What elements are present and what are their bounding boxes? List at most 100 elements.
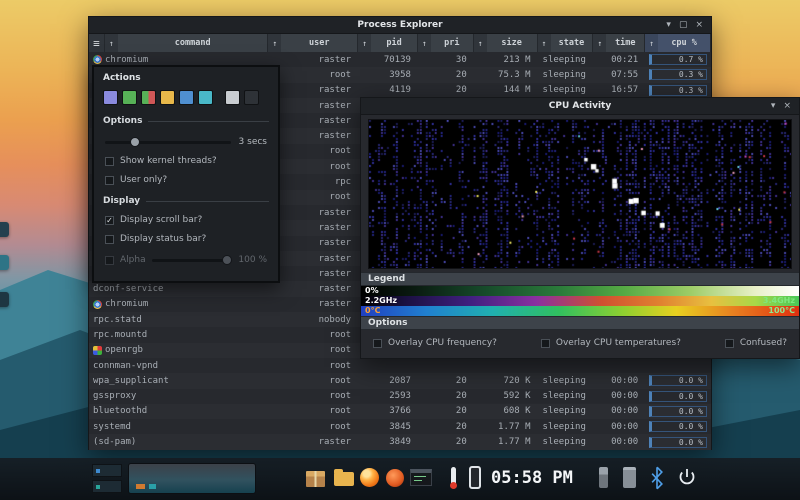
column-label: cpu % — [671, 38, 697, 48]
time-cell: 00:00 — [611, 437, 639, 448]
command-text: systemd — [93, 421, 131, 432]
pid-cell: 2087 — [389, 375, 411, 386]
sort-ascending-icon: ↑ — [645, 34, 659, 52]
pid-cell: 2593 — [389, 391, 411, 402]
package-icon[interactable] — [306, 471, 325, 487]
options-section-header: Options — [103, 116, 269, 126]
column-header-time[interactable]: ↑ time — [593, 34, 646, 52]
time-cell: 00:00 — [611, 406, 639, 417]
memory-icon[interactable] — [198, 90, 213, 105]
alpha-slider-knob[interactable] — [222, 254, 233, 265]
command-cell: systemd — [89, 419, 268, 434]
column-header-command[interactable]: ↑ command — [104, 34, 269, 52]
cpu-cell: 0.0 % — [645, 389, 711, 404]
cpu-cell: 0.7 % — [645, 52, 711, 67]
column-header-state[interactable]: ↑ state — [537, 34, 594, 52]
overlay-option-checkbox[interactable]: Confused? — [724, 338, 787, 348]
cpu-activity-heatmap — [369, 120, 791, 268]
cpu-heatmap-frame — [368, 119, 792, 269]
run-icon[interactable] — [122, 90, 137, 105]
desktop-icon[interactable] — [0, 222, 9, 237]
overlay-option-checkbox[interactable]: Overlay CPU frequency? — [373, 338, 497, 348]
command-text: dconf-service — [93, 284, 164, 295]
cpu-icon[interactable] — [179, 90, 194, 105]
window-thumbnail[interactable] — [92, 464, 122, 477]
terminal-icon[interactable] — [410, 469, 432, 486]
processes-icon[interactable] — [103, 90, 118, 105]
clock[interactable]: 05:58 PM — [491, 468, 573, 488]
poll-interval-slider[interactable]: 3 secs — [105, 136, 267, 147]
window-thumbnail[interactable] — [92, 480, 122, 493]
command-text: openrgb — [105, 345, 143, 356]
user-only-checkbox[interactable]: User only? — [105, 175, 267, 185]
phone-icon[interactable] — [469, 466, 481, 489]
shade-icon[interactable]: ▾ — [771, 98, 776, 114]
menu-icon[interactable]: ≡ — [89, 34, 105, 52]
column-header-cpu[interactable]: ↑ cpu % — [645, 34, 711, 52]
alpha-slider-track[interactable] — [151, 254, 233, 265]
desktop-icon[interactable] — [0, 255, 9, 270]
state-cell: sleeping — [542, 85, 586, 96]
maximize-icon[interactable]: ▢ — [679, 17, 688, 33]
window-thumbnails[interactable] — [92, 464, 122, 496]
slider-knob[interactable] — [130, 136, 141, 147]
removable-drive-icon[interactable] — [623, 467, 636, 488]
time-cell: 00:00 — [611, 375, 639, 386]
user-cell: raster — [318, 284, 352, 295]
shade-icon[interactable]: ▾ — [666, 17, 671, 33]
sort-ascending-icon: ↑ — [417, 34, 431, 52]
size-cell: 592 K — [503, 391, 531, 402]
column-header-pri[interactable]: ↑ pri — [417, 34, 474, 52]
cpu-titlebar[interactable]: CPU Activity ▾ × — [361, 98, 799, 115]
size-cell: 1.77 M — [498, 437, 531, 448]
column-header-size[interactable]: ↑ size — [473, 34, 538, 52]
command-cell: bluetoothd — [89, 404, 268, 419]
process-row[interactable]: (sd-pam) raster 3849 20 1.77 M sleeping 00:00 0… — [89, 434, 711, 450]
cpu-options-row: Overlay CPU frequency? Overlay CPU temper… — [361, 330, 799, 348]
user-cell: nobody — [318, 314, 352, 325]
pe-titlebar[interactable]: Process Explorer ▾ ▢ × — [89, 17, 711, 34]
power-icon[interactable] — [678, 467, 696, 489]
alpha-slider-row[interactable]: Alpha 100 % — [105, 254, 267, 265]
overlay-option-checkbox[interactable]: Overlay CPU temperatures? — [540, 338, 681, 348]
process-row[interactable]: bluetoothd root 3766 20 608 K sleeping 00:00 0.… — [89, 403, 711, 420]
process-row[interactable]: systemd root 3845 20 1.77 M sleeping 00:00 0.0 … — [89, 419, 711, 435]
process-row[interactable]: gssproxy root 2593 20 592 K sleeping 00:00 0.0 … — [89, 388, 711, 404]
flame-app-icon[interactable] — [386, 469, 404, 487]
usb-stick-icon[interactable] — [599, 467, 608, 488]
desktop-icon[interactable] — [0, 292, 9, 307]
column-header-user[interactable]: ↑ user — [268, 34, 359, 52]
firefox-icon[interactable] — [360, 468, 379, 487]
process-row[interactable]: wpa_supplicant root 2087 20 720 K sleeping 00:… — [89, 373, 711, 389]
slider-track[interactable] — [105, 136, 231, 147]
sort-ascending-icon: ↑ — [473, 34, 487, 52]
terminal-icon[interactable] — [244, 90, 259, 105]
pri-cell: 20 — [455, 391, 467, 402]
cpu-gauge: 0.7 % — [649, 54, 707, 66]
show-kernel-threads-checkbox[interactable]: Show kernel threads? — [105, 156, 267, 166]
command-text: gssproxy — [93, 391, 137, 402]
close-icon[interactable]: × — [783, 98, 791, 114]
cpu-window-controls: ▾ × — [771, 98, 799, 114]
pri-cell: 20 — [455, 375, 467, 386]
state-cell: sleeping — [542, 375, 586, 386]
tools-icon[interactable] — [225, 90, 240, 105]
close-icon[interactable]: × — [695, 17, 703, 33]
display-statusbar-checkbox[interactable]: Display status bar? — [105, 234, 267, 244]
cpu-cell: 0.0 % — [645, 434, 711, 449]
desktop-preview[interactable] — [128, 463, 256, 494]
display-scrollbar-checkbox[interactable]: ✓ Display scroll bar? — [105, 215, 267, 225]
start-stop-icon[interactable] — [141, 90, 156, 105]
action-buttons-row — [103, 90, 269, 105]
size-cell: 75.3 M — [498, 69, 531, 80]
thermometer-icon[interactable] — [450, 467, 457, 489]
cpu-gauge: 0.0 % — [649, 405, 707, 417]
priority-icon[interactable] — [160, 90, 175, 105]
bluetooth-icon[interactable] — [650, 466, 664, 490]
user-cell: root — [329, 161, 352, 172]
process-row[interactable]: connman-vpnd root — [89, 357, 711, 374]
folder-icon[interactable] — [334, 469, 354, 486]
legend-header: Legend — [361, 272, 799, 286]
column-header-pid[interactable]: ↑ pid — [358, 34, 418, 52]
alpha-checkbox[interactable] — [105, 255, 114, 265]
